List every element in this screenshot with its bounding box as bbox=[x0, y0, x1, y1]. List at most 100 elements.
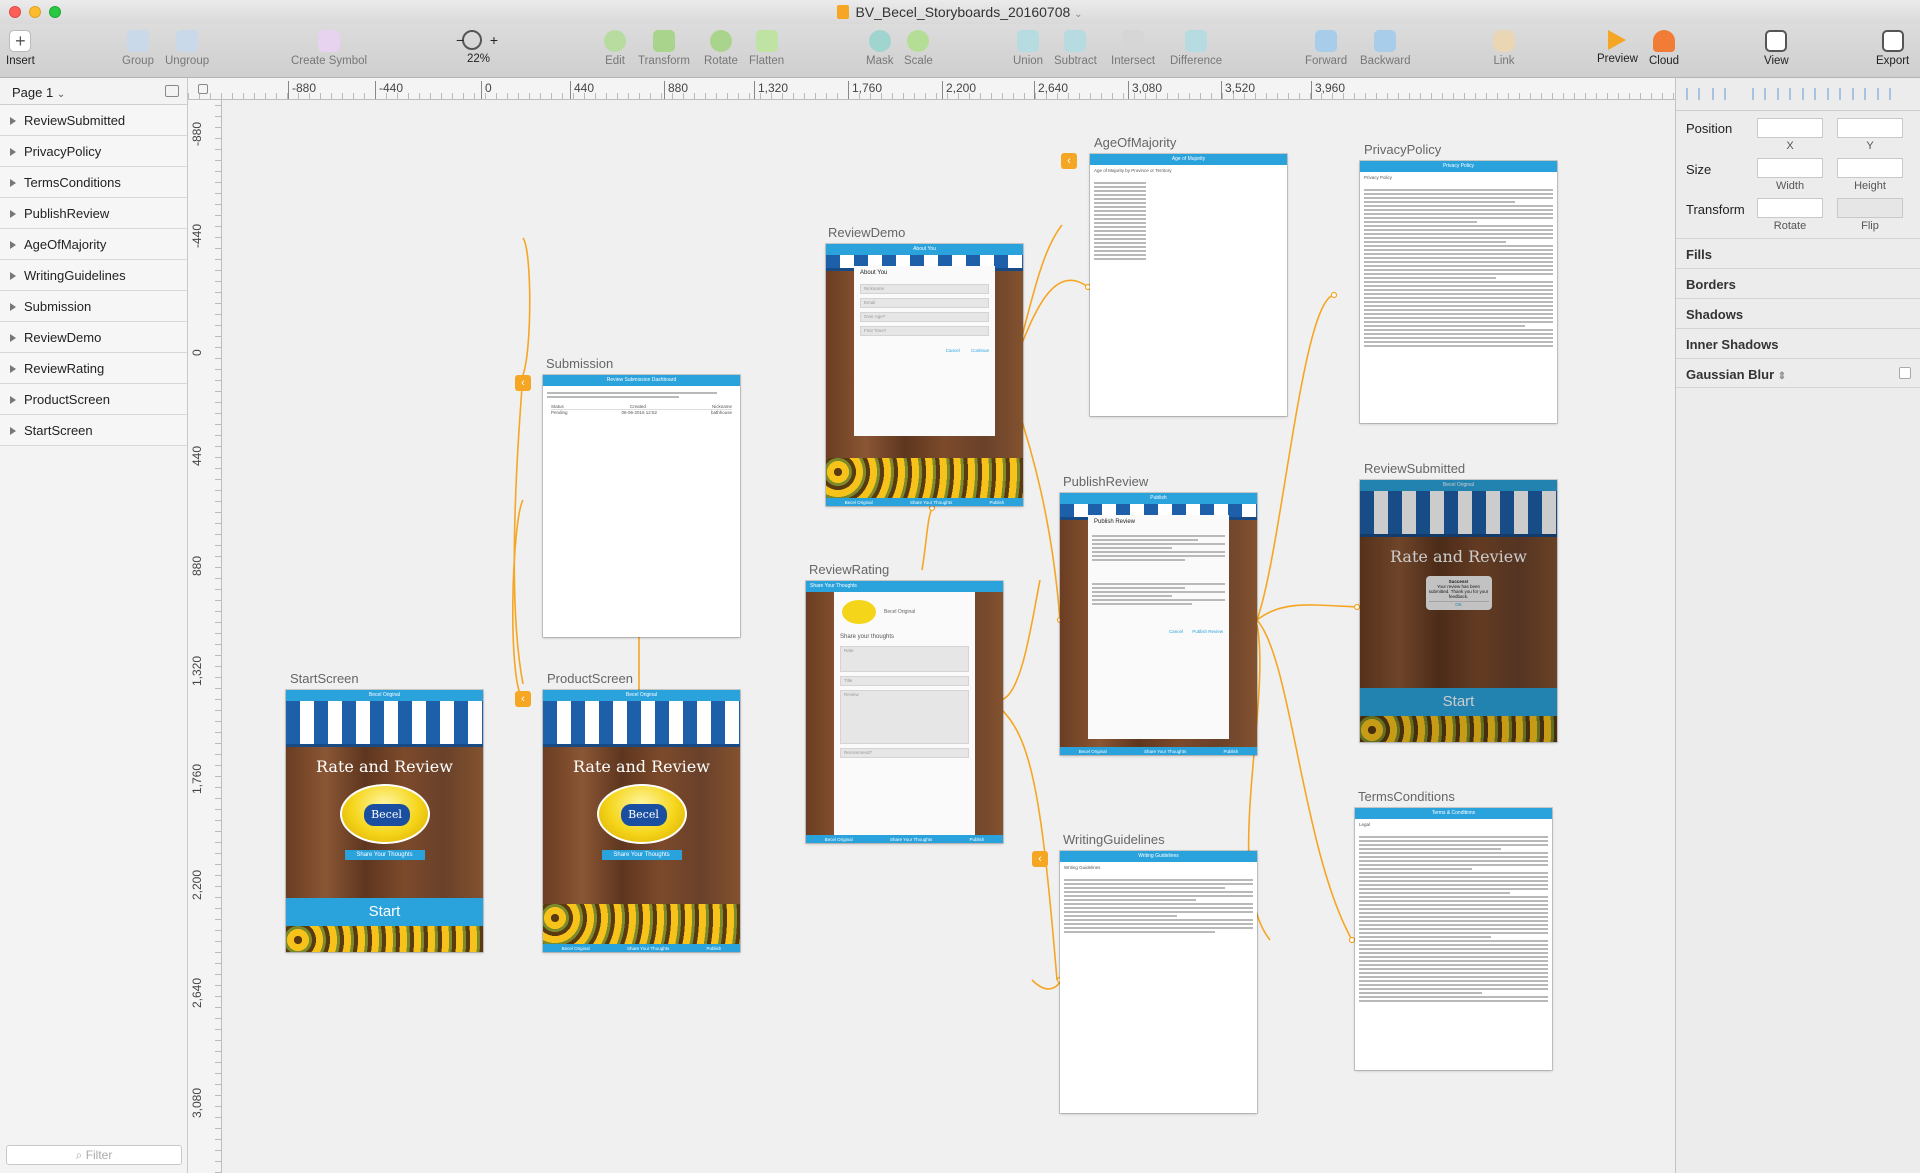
zoom-in-button[interactable]: + bbox=[490, 32, 498, 48]
disclosure-triangle-icon[interactable] bbox=[10, 210, 16, 218]
align-left-icon[interactable] bbox=[1752, 88, 1766, 100]
artboard-publishreview[interactable]: Publish Publish Review Cancel Publish Re… bbox=[1060, 493, 1257, 755]
lock-icon[interactable] bbox=[198, 84, 208, 94]
filter-input[interactable]: ⌕ Filter bbox=[6, 1145, 182, 1165]
artboard-reviewrating[interactable]: Share Your Thoughts Becel Original Share… bbox=[806, 581, 1003, 843]
artboard-label-startscreen[interactable]: StartScreen bbox=[290, 671, 359, 686]
artboard-label-termsconditions[interactable]: TermsConditions bbox=[1358, 789, 1455, 804]
recommend-field[interactable]: Recommend? bbox=[840, 748, 969, 758]
shadows-section[interactable]: Shadows bbox=[1676, 298, 1920, 328]
close-window-button[interactable] bbox=[9, 6, 21, 18]
align-middle-icon[interactable] bbox=[1852, 88, 1866, 100]
layer-item[interactable]: AgeOfMajority bbox=[0, 229, 187, 260]
tab-share[interactable]: Share Your Thoughts bbox=[627, 946, 669, 951]
align-top-icon[interactable] bbox=[1827, 88, 1841, 100]
view-button[interactable]: View bbox=[1764, 26, 1789, 67]
flip-controls[interactable] bbox=[1837, 198, 1903, 218]
share-your-thoughts-button[interactable]: Share Your Thoughts bbox=[601, 850, 682, 860]
disclosure-triangle-icon[interactable] bbox=[10, 334, 16, 342]
artboard-startscreen[interactable]: Becel Original Rate and Review Becel Sha… bbox=[286, 690, 483, 952]
first-time-field[interactable]: First Time? bbox=[860, 326, 989, 336]
artboard-writingguidelines[interactable]: Writing Guidelines Writing Guidelines bbox=[1060, 851, 1257, 1113]
continue-button[interactable]: Continue bbox=[971, 348, 989, 353]
layer-item[interactable]: StartScreen bbox=[0, 415, 187, 446]
tab-product[interactable]: Becel Original bbox=[562, 946, 590, 951]
vertical-ruler[interactable]: -880 -440 0 440 880 1,320 1,760 2,200 2,640 3,080 bbox=[188, 100, 222, 1173]
edit-button[interactable]: Edit bbox=[604, 26, 626, 67]
layer-item[interactable]: PublishReview bbox=[0, 198, 187, 229]
align-center-icon[interactable] bbox=[1777, 88, 1791, 100]
start-button[interactable]: Start bbox=[1360, 688, 1557, 716]
layer-item[interactable]: WritingGuidelines bbox=[0, 260, 187, 291]
ungroup-button[interactable]: Ungroup bbox=[165, 26, 209, 67]
create-symbol-button[interactable]: Create Symbol bbox=[291, 26, 367, 67]
artboard-termsconditions[interactable]: Terms & Conditions Legal bbox=[1355, 808, 1552, 1070]
width-field[interactable] bbox=[1757, 158, 1823, 178]
document-title[interactable]: BV_Becel_Storyboards_20160708 ⌄ bbox=[837, 4, 1083, 20]
tab-share[interactable]: Share Your Thoughts bbox=[910, 500, 952, 505]
artboard-label-reviewrating[interactable]: ReviewRating bbox=[809, 562, 889, 577]
disclosure-triangle-icon[interactable] bbox=[10, 148, 16, 156]
artboard-label-submission[interactable]: Submission bbox=[546, 356, 613, 371]
artboard-reviewdemo[interactable]: About You About You Nickname Email Over … bbox=[826, 244, 1023, 506]
stepper-icon[interactable]: ⇕ bbox=[1778, 371, 1786, 382]
review-field[interactable]: Review bbox=[840, 690, 969, 744]
layer-item[interactable]: ProductScreen bbox=[0, 384, 187, 415]
artboard-label-ageofmajority[interactable]: AgeOfMajority bbox=[1094, 135, 1176, 150]
position-x-field[interactable] bbox=[1757, 118, 1823, 138]
insert-button[interactable]: + Insert bbox=[6, 26, 35, 67]
preview-button[interactable]: Preview bbox=[1597, 26, 1638, 65]
disclosure-triangle-icon[interactable] bbox=[10, 365, 16, 373]
tab-share[interactable]: Share Your Thoughts bbox=[1144, 749, 1186, 754]
minimize-window-button[interactable] bbox=[29, 6, 41, 18]
tab-publish[interactable]: Publish bbox=[990, 500, 1005, 505]
disclosure-triangle-icon[interactable] bbox=[10, 303, 16, 311]
link-button[interactable]: Link bbox=[1493, 26, 1515, 67]
mask-button[interactable]: Mask bbox=[866, 26, 893, 67]
artboard-label-privacypolicy[interactable]: PrivacyPolicy bbox=[1364, 142, 1441, 157]
zoom-out-button[interactable]: − bbox=[456, 32, 464, 48]
tab-product[interactable]: Becel Original bbox=[1079, 749, 1107, 754]
zoom-control[interactable]: − + 22% bbox=[453, 26, 498, 65]
layer-item[interactable]: ReviewDemo bbox=[0, 322, 187, 353]
distribute-vertical-icon[interactable] bbox=[1712, 88, 1726, 100]
position-y-field[interactable] bbox=[1837, 118, 1903, 138]
layer-item[interactable]: TermsConditions bbox=[0, 167, 187, 198]
artboard-label-productscreen[interactable]: ProductScreen bbox=[547, 671, 633, 686]
rotate-button[interactable]: Rotate bbox=[704, 26, 738, 67]
height-field[interactable] bbox=[1837, 158, 1903, 178]
collapse-pages-icon[interactable] bbox=[165, 85, 179, 97]
share-your-thoughts-button[interactable]: Share Your Thoughts bbox=[344, 850, 425, 860]
rating-field[interactable]: Rate bbox=[840, 646, 969, 672]
tab-product[interactable]: Becel Original bbox=[845, 500, 873, 505]
ok-button[interactable]: OK bbox=[1428, 601, 1489, 607]
horizontal-ruler[interactable]: -880 -440 0 440 880 1,320 1,760 2,200 2,640 3,080… bbox=[188, 78, 1675, 100]
align-right-icon[interactable] bbox=[1802, 88, 1816, 100]
disclosure-triangle-icon[interactable] bbox=[10, 179, 16, 187]
disclosure-triangle-icon[interactable] bbox=[10, 427, 16, 435]
union-button[interactable]: Union bbox=[1013, 26, 1043, 67]
start-button[interactable]: Start bbox=[286, 898, 483, 926]
artboard-label-reviewsubmitted[interactable]: ReviewSubmitted bbox=[1364, 461, 1465, 476]
intersect-button[interactable]: Intersect bbox=[1111, 26, 1155, 67]
cancel-button[interactable]: Cancel bbox=[946, 348, 960, 353]
artboard-reviewsubmitted[interactable]: Becel Original Rate and Review Success! … bbox=[1360, 480, 1557, 742]
tab-publish[interactable]: Publish bbox=[1224, 749, 1239, 754]
blur-checkbox[interactable] bbox=[1899, 367, 1911, 379]
disclosure-triangle-icon[interactable] bbox=[10, 117, 16, 125]
over-age-field[interactable]: Over Age? bbox=[860, 312, 989, 322]
nickname-field[interactable]: Nickname bbox=[860, 284, 989, 294]
artboard-ageofmajority[interactable]: Age of Majority Age of Majority by Provi… bbox=[1090, 154, 1287, 416]
page-selector[interactable]: Page 1 ⌄ bbox=[0, 78, 187, 105]
artboard-submission[interactable]: Review Submission Dashboard Status Creat… bbox=[543, 375, 740, 637]
artboard-productscreen[interactable]: Becel Original Rate and Review Becel Sha… bbox=[543, 690, 740, 952]
gaussian-blur-section[interactable]: Gaussian Blur ⇕ bbox=[1676, 358, 1920, 388]
title-field[interactable]: Title bbox=[840, 676, 969, 686]
disclosure-triangle-icon[interactable] bbox=[10, 272, 16, 280]
forward-button[interactable]: Forward bbox=[1305, 26, 1347, 67]
difference-button[interactable]: Difference bbox=[1170, 26, 1222, 67]
tab-product[interactable]: Becel Original bbox=[825, 837, 853, 842]
scale-button[interactable]: Scale bbox=[904, 26, 933, 67]
layer-item[interactable]: ReviewSubmitted bbox=[0, 105, 187, 136]
rotate-field[interactable] bbox=[1757, 198, 1823, 218]
